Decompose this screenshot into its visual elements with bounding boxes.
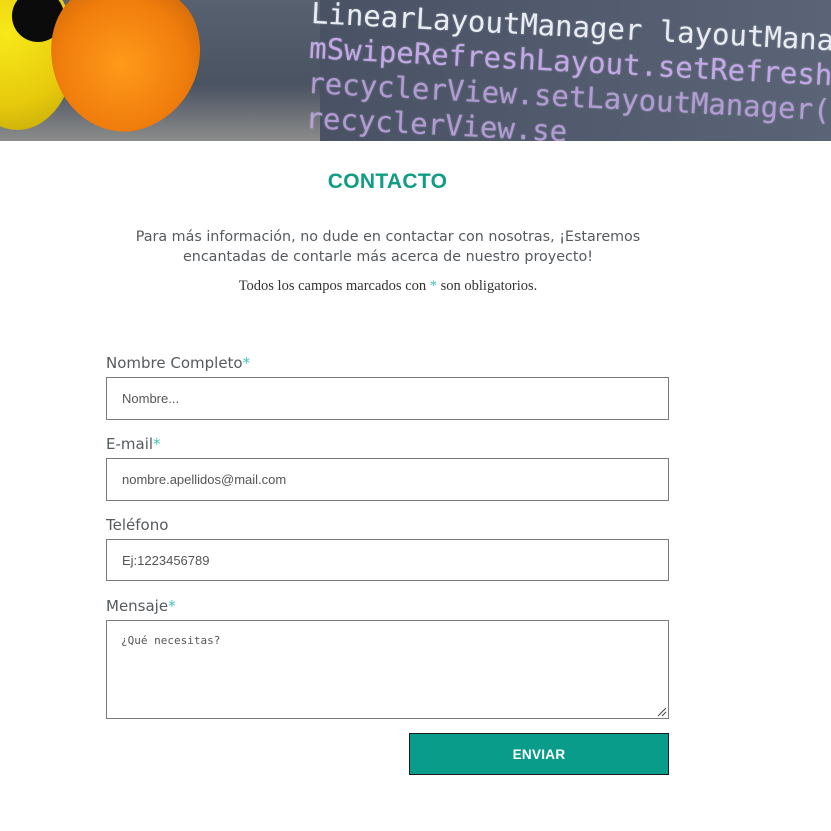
phone-label-text: Teléfono [106, 516, 169, 534]
phone-label: Teléfono [106, 516, 168, 534]
hero-banner: LinearLayoutManager layoutManager mSwipe… [0, 0, 831, 141]
required-fields-note: Todos los campos marcados con * son obli… [118, 278, 658, 295]
required-note-text: son obligatorios. [440, 278, 538, 294]
email-label-text: E-mail [106, 435, 154, 453]
code-background-text: LinearLayoutManager layoutManager mSwipe… [305, 0, 831, 141]
required-asterisk: * [429, 278, 438, 294]
required-asterisk: * [168, 597, 176, 615]
email-input[interactable] [106, 458, 669, 501]
message-textarea[interactable] [106, 620, 669, 719]
message-label-text: Mensaje [106, 597, 169, 615]
message-label: Mensaje* [106, 597, 176, 615]
required-note-text: Todos los campos marcados con [238, 278, 427, 294]
name-label-text: Nombre Completo [106, 354, 243, 372]
page-title: CONTACTO [327, 170, 448, 193]
resize-handle-icon[interactable] [655, 705, 667, 717]
email-label: E-mail* [106, 435, 161, 453]
name-input[interactable] [106, 377, 669, 420]
intro-text: Para más información, no dude en contact… [135, 229, 641, 265]
name-label: Nombre Completo* [106, 354, 250, 372]
phone-input[interactable] [106, 539, 669, 581]
submit-button[interactable]: ENVIAR [409, 733, 669, 775]
required-asterisk: * [242, 354, 251, 372]
required-asterisk: * [153, 435, 161, 453]
